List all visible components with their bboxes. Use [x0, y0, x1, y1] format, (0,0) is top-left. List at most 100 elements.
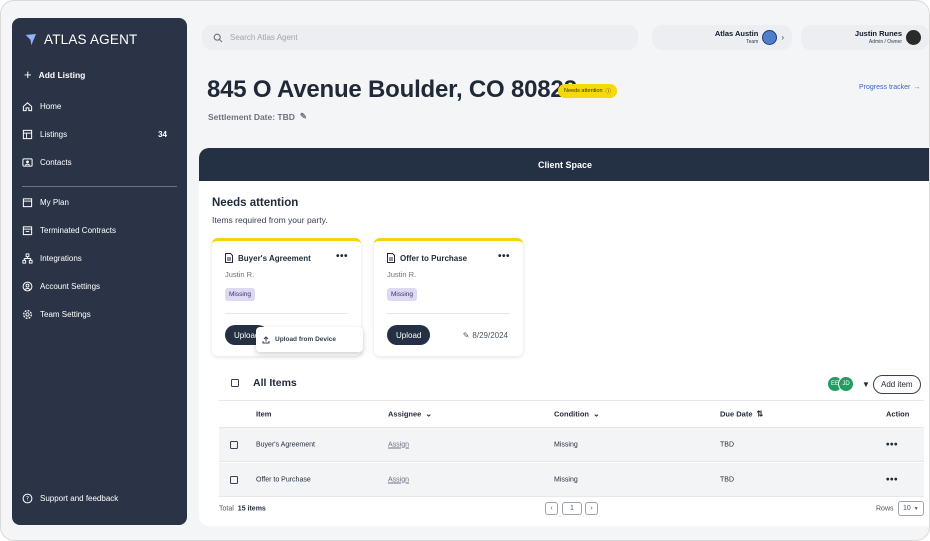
- add-item-button[interactable]: Add item: [873, 375, 921, 394]
- sidebar-item-label: Account Settings: [40, 281, 101, 291]
- assignee-filter[interactable]: EE JD ▼: [827, 376, 870, 392]
- chevron-down-icon: ⌄: [425, 409, 433, 419]
- card-title-label: Offer to Purchase: [400, 253, 468, 263]
- sidebar-item-label: Home: [40, 101, 62, 111]
- team-account-role: Team: [746, 38, 759, 45]
- table-header: Item Assignee ⌄ Condition ⌄ Due Date ⇅ Acti…: [219, 400, 924, 428]
- missing-badge: Missing: [225, 288, 256, 301]
- client-space-title: Client Space: [537, 159, 593, 170]
- edit-pencil-icon[interactable]: ✎: [300, 111, 307, 122]
- table-footer: Total 15 items ‹ 1 › Rows 10 ▼: [219, 500, 924, 518]
- support-label: Support and feedback: [40, 493, 119, 503]
- status-badge-label: Needs attention: [564, 88, 603, 94]
- card-title-label: Buyer's Agreement: [238, 253, 311, 263]
- info-icon: ⓘ: [605, 89, 612, 95]
- logo[interactable]: ATLAS AGENT: [24, 32, 137, 47]
- row-due-date: TBD: [720, 441, 734, 448]
- sidebar-item-terminated-contracts[interactable]: Terminated Contracts: [22, 222, 177, 238]
- listings-count: 34: [158, 129, 167, 139]
- missing-badge: Missing: [387, 288, 418, 301]
- rows-per-page-select[interactable]: 10 ▼: [898, 501, 924, 516]
- total-items: Total 15 items: [219, 506, 266, 513]
- total-value: 15 items: [237, 505, 266, 513]
- support-feedback-link[interactable]: ? Support and feedback: [22, 490, 177, 506]
- search-input[interactable]: [230, 33, 610, 42]
- arrow-right-icon: →: [913, 84, 921, 91]
- chevron-right-icon: ›: [781, 33, 784, 42]
- edit-pencil-icon[interactable]: ✎: [463, 331, 470, 340]
- svg-text:?: ?: [26, 495, 29, 502]
- account-icon: [22, 281, 33, 291]
- row-item: Offer to Purchase: [256, 476, 311, 483]
- page-number-input[interactable]: 1: [562, 502, 582, 515]
- assign-link[interactable]: Assign: [388, 476, 409, 483]
- row-condition: Missing: [554, 441, 578, 448]
- search-icon: [213, 33, 223, 42]
- client-space-tab[interactable]: Client Space: [199, 148, 929, 181]
- column-header-condition[interactable]: Condition ⌄: [554, 410, 600, 419]
- sidebar-item-contacts[interactable]: Contacts: [22, 154, 177, 170]
- card-divider: [387, 313, 510, 314]
- search-bar[interactable]: [202, 25, 638, 50]
- column-header-label: Assignee: [388, 409, 422, 419]
- user-account-menu[interactable]: Justin Runes Admin / Owner: [801, 25, 929, 50]
- sidebar-item-label: Terminated Contracts: [40, 225, 117, 235]
- upload-from-device-label: Upload from Device: [275, 336, 337, 343]
- contacts-icon: [22, 157, 33, 167]
- upload-from-device-option[interactable]: Upload from Device: [256, 327, 363, 352]
- logo-text: ATLAS AGENT: [44, 32, 138, 47]
- sidebar-item-listings[interactable]: Listings 34: [22, 126, 177, 142]
- progress-tracker-link[interactable]: Progress tracker →: [859, 84, 920, 91]
- all-items-title: All Items: [253, 377, 297, 389]
- team-account-switcher[interactable]: Atlas Austin Team ›: [652, 25, 792, 50]
- team-account-name: Atlas Austin: [714, 28, 759, 38]
- card-title: Offer to Purchase: [387, 253, 467, 263]
- card-assignee: Justin R.: [387, 270, 417, 279]
- rows-label: Rows: [876, 505, 894, 513]
- row-checkbox[interactable]: [230, 475, 238, 484]
- avatar: JD: [838, 376, 854, 392]
- column-header-label: Due Date: [720, 409, 753, 419]
- integrations-icon: [22, 252, 33, 264]
- sidebar-item-team-settings[interactable]: Team Settings: [22, 306, 177, 322]
- sidebar-item-account-settings[interactable]: Account Settings: [22, 278, 177, 294]
- status-badge: Needs attention ⓘ: [558, 84, 618, 98]
- row-condition: Missing: [554, 476, 578, 483]
- upload-button[interactable]: Upload: [387, 325, 431, 345]
- terminated-icon: [22, 225, 33, 235]
- sort-icon: ⇅: [756, 409, 764, 419]
- column-header-action: Action: [886, 410, 909, 419]
- document-icon: [387, 253, 395, 263]
- listings-icon: [22, 129, 33, 139]
- row-checkbox[interactable]: [230, 440, 238, 449]
- assign-link[interactable]: Assign: [388, 441, 409, 448]
- next-page-button[interactable]: ›: [585, 502, 598, 515]
- needs-attention-subtitle: Items required from your party.: [212, 215, 328, 225]
- add-listing-button[interactable]: + Add Listing: [24, 68, 85, 81]
- progress-tracker-label: Progress tracker: [859, 84, 911, 91]
- card-due-date-label: 8/29/2024: [472, 331, 508, 340]
- row-more-options-icon[interactable]: •••: [886, 439, 898, 450]
- sidebar-item-integrations[interactable]: Integrations: [22, 250, 177, 266]
- plan-icon: [22, 197, 33, 207]
- column-header-item: Item: [256, 410, 271, 419]
- total-prefix: Total: [219, 505, 234, 513]
- app-window: ATLAS AGENT + Add Listing Home Listings …: [0, 0, 930, 541]
- prev-page-button[interactable]: ‹: [545, 502, 558, 515]
- table-row[interactable]: Offer to Purchase Assign Missing TBD •••: [219, 463, 924, 497]
- select-all-checkbox[interactable]: [231, 379, 239, 387]
- client-space-panel: Client Space Needs attention Items requi…: [199, 148, 929, 526]
- sidebar-item-my-plan[interactable]: My Plan: [22, 194, 177, 210]
- sidebar-item-home[interactable]: Home: [22, 98, 177, 114]
- column-header-due-date[interactable]: Due Date ⇅: [720, 410, 763, 419]
- column-header-assignee[interactable]: Assignee ⌄: [388, 410, 432, 419]
- caret-down-icon[interactable]: ▼: [862, 380, 870, 389]
- more-options-icon[interactable]: •••: [498, 251, 510, 262]
- row-item: Buyer's Agreement: [256, 441, 315, 448]
- row-more-options-icon[interactable]: •••: [886, 474, 898, 485]
- table-row[interactable]: Buyer's Agreement Assign Missing TBD •••: [219, 428, 924, 462]
- chevron-down-icon: ⌄: [593, 409, 600, 419]
- team-settings-icon: [23, 309, 32, 319]
- more-options-icon[interactable]: •••: [336, 251, 348, 262]
- team-avatar: [762, 30, 778, 45]
